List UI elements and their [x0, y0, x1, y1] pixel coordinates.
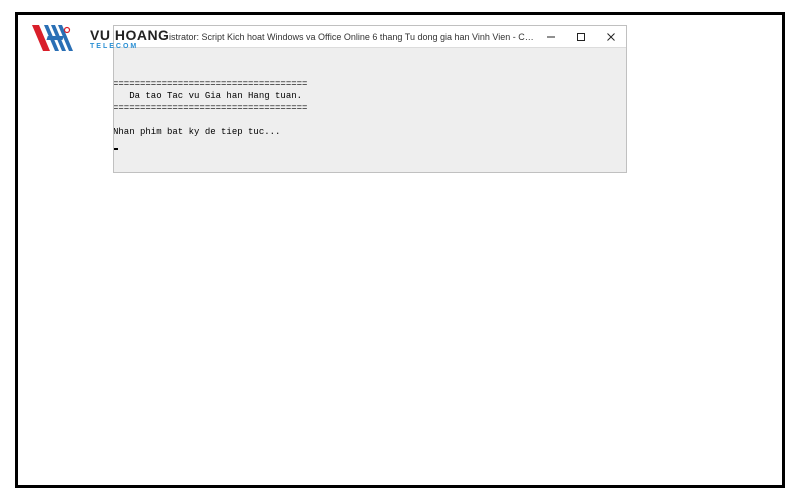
- continue-prompt: Nhan phim bat ky de tiep tuc...: [114, 127, 280, 137]
- window-title: istrator: Script Kich hoat Windows va Of…: [114, 32, 536, 42]
- status-message: Da tao Tac vu Gia han Hang tuan.: [114, 91, 302, 101]
- separator-line-2: ====================================: [114, 103, 307, 113]
- console-window: istrator: Script Kich hoat Windows va Of…: [113, 25, 627, 173]
- logo-sub-text: TELECOM: [90, 43, 169, 50]
- window-titlebar[interactable]: istrator: Script Kich hoat Windows va Of…: [114, 26, 626, 48]
- logo-text: VU HOANG TELECOM: [90, 28, 169, 50]
- brand-logo: VU HOANG TELECOM: [30, 23, 169, 55]
- maximize-icon: [576, 32, 586, 42]
- console-body[interactable]: ==================================== Da …: [114, 48, 626, 172]
- window-controls: [536, 26, 626, 47]
- separator-line-1: ====================================: [114, 79, 307, 89]
- close-icon: [606, 32, 616, 42]
- maximize-button[interactable]: [566, 26, 596, 47]
- page-frame: VU HOANG TELECOM istrator: Script Kich h…: [15, 12, 785, 488]
- logo-main-text: VU HOANG: [90, 28, 169, 42]
- console-output: ==================================== Da …: [114, 48, 626, 150]
- close-button[interactable]: [596, 26, 626, 47]
- text-cursor: [114, 148, 118, 150]
- minimize-button[interactable]: [536, 26, 566, 47]
- minimize-icon: [546, 32, 556, 42]
- logo-mark-icon: [30, 23, 84, 55]
